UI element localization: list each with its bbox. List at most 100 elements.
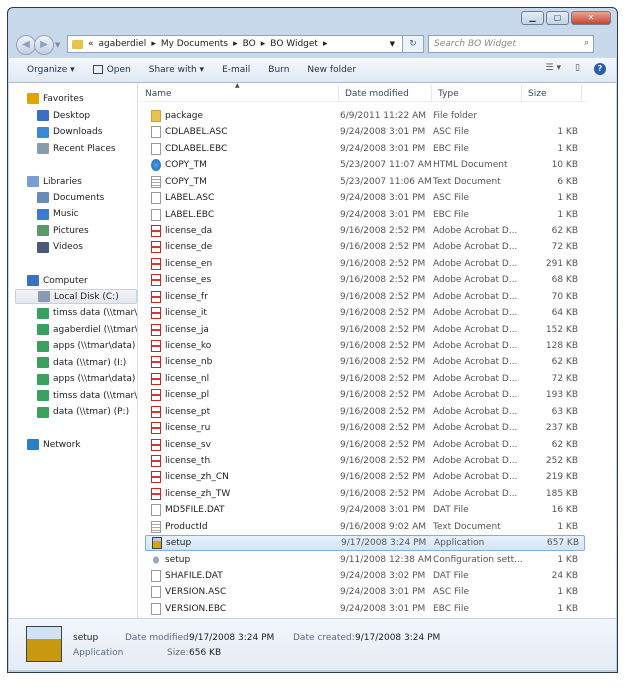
breadcrumb-my-documents[interactable]: My Documents xyxy=(161,39,228,49)
sidebar-item[interactable]: Pictures xyxy=(37,223,89,238)
open-button[interactable]: Open xyxy=(92,65,131,75)
sidebar-item-local-disk[interactable]: Local Disk (C:) xyxy=(15,289,137,304)
maximize-button[interactable]: ▢ xyxy=(546,11,569,25)
search-icon[interactable]: ⌕ xyxy=(584,38,589,48)
close-button[interactable]: ✕ xyxy=(571,11,611,25)
file-row[interactable]: license_zh_TW 9/16/2008 2:52 PM Adobe Acro… xyxy=(145,486,585,502)
preview-pane-icon[interactable]: ▯ xyxy=(575,63,580,75)
sidebar-item[interactable]: Recent Places xyxy=(37,141,116,156)
forward-button[interactable]: ▶ xyxy=(34,35,54,55)
file-row[interactable]: license_ko 9/16/2008 2:52 PM Adobe Acrobat… xyxy=(145,338,585,354)
search-input[interactable]: Search BO Widget ⌕ xyxy=(428,35,594,53)
sidebar-item[interactable]: Videos xyxy=(37,240,83,255)
breadcrumb-bo-widget[interactable]: BO Widget xyxy=(270,39,318,49)
file-row[interactable]: MD5FILE.DAT 9/24/2008 3:01 PM DAT File 16 K… xyxy=(145,502,585,518)
file-row[interactable]: LABEL.EBC 9/24/2008 3:01 PM EBC File 1 KB xyxy=(145,207,585,223)
file-row[interactable]: license_es 9/16/2008 2:52 PM Adobe Acrobat… xyxy=(145,272,585,288)
sidebar-item-network-drive[interactable]: apps (\\tmar\data) ( xyxy=(37,372,137,387)
sidebar-computer[interactable]: Computer xyxy=(27,273,88,288)
network-icon xyxy=(27,439,39,450)
library-item-icon xyxy=(37,225,49,236)
file-row[interactable]: ProductId 9/16/2008 9:02 AM Text Document 1… xyxy=(145,519,585,535)
column-header-size[interactable]: Size xyxy=(522,85,582,101)
file-row[interactable]: license_nl 9/16/2008 2:52 PM Adobe Acrobat… xyxy=(145,371,585,387)
sidebar-item[interactable]: Desktop xyxy=(37,108,90,123)
sidebar-item[interactable]: Downloads xyxy=(37,125,102,140)
file-row[interactable]: license_en 9/16/2008 2:52 PM Adobe Acrobat… xyxy=(145,256,585,272)
file-row[interactable]: license_zh_CN 9/16/2008 2:52 PM Adobe Acro… xyxy=(145,469,585,485)
file-row[interactable]: CDLABEL.ASC 9/24/2008 3:01 PM ASC File 1 KB xyxy=(145,124,585,140)
library-item-icon xyxy=(37,241,49,253)
sidebar-item-network-drive[interactable]: timss data (\\tmar\c xyxy=(37,388,137,403)
address-bar[interactable]: « agaberdiel ▸ My Documents ▸ BO ▸ BO Widge… xyxy=(67,35,424,53)
column-header-date-modified[interactable]: Date modified xyxy=(339,85,432,101)
sidebar-item-network-drive[interactable]: timss data (\\tmar\c xyxy=(37,306,137,321)
file-row[interactable]: license_ja 9/16/2008 2:52 PM Adobe Acrobat… xyxy=(145,322,585,338)
file-row[interactable]: COPY_TM 5/23/2007 11:07 AM HTML Document 10… xyxy=(145,157,585,173)
file-row[interactable]: license_it 9/16/2008 2:52 PM Adobe Acrobat… xyxy=(145,305,585,321)
view-options-icon[interactable]: ☰ ▾ xyxy=(545,63,561,75)
sidebar-item-network-drive[interactable]: data (\\tmar) (P:) xyxy=(37,405,129,420)
file-row[interactable]: LABEL.ASC 9/24/2008 3:01 PM ASC File 1 KB xyxy=(145,190,585,206)
file-row[interactable]: CDLABEL.EBC 9/24/2008 3:01 PM EBC File 1 KB xyxy=(145,141,585,157)
sidebar-item[interactable]: Music xyxy=(37,207,79,222)
file-row[interactable]: license_fr 9/16/2008 2:52 PM Adobe Acrobat… xyxy=(145,289,585,305)
sidebar-item[interactable]: Documents xyxy=(37,190,104,205)
file-row[interactable]: license_pt 9/16/2008 2:52 PM Adobe Acrobat… xyxy=(145,404,585,420)
sidebar-item-network-drive[interactable]: apps (\\tmar\data) ( xyxy=(37,339,137,354)
file-row[interactable]: setup 9/11/2008 12:38 AM Configuration set… xyxy=(145,552,585,568)
file-name-cell: license_es xyxy=(145,274,340,287)
file-row[interactable]: license_th 9/16/2008 2:52 PM Adobe Acrobat… xyxy=(145,453,585,469)
file-row[interactable]: setup 9/17/2008 3:24 PM Application 657 KB xyxy=(145,535,585,552)
column-headers: Name ▲ Date modified Type Size xyxy=(139,82,587,102)
file-size: 62 KB xyxy=(551,439,578,450)
chevron-right-icon[interactable]: ▸ xyxy=(323,39,328,49)
file-name-cell: CDLABEL.EBC xyxy=(145,142,340,155)
file-row[interactable]: license_de 9/16/2008 2:52 PM Adobe Acrobat… xyxy=(145,239,585,255)
organize-button[interactable]: Organize ▾ xyxy=(27,65,75,75)
file-name: license_sv xyxy=(165,439,211,450)
file-row[interactable]: VERSION.ASC 9/24/2008 3:01 PM ASC File 1 KB xyxy=(145,584,585,600)
file-row[interactable]: license_nb 9/16/2008 2:52 PM Adobe Acrobat… xyxy=(145,354,585,370)
sidebar-network[interactable]: Network xyxy=(27,437,81,452)
breadcrumb-overflow[interactable]: « xyxy=(88,39,94,49)
recent-pages-dropdown[interactable]: ▼ xyxy=(55,41,60,49)
sidebar-item-network-drive[interactable]: agaberdiel (\\tmar\u xyxy=(37,322,138,337)
sidebar-item-network-drive-label: agaberdiel (\\tmar\u xyxy=(53,324,138,335)
file-type: EBC File xyxy=(433,143,469,154)
sidebar-libraries[interactable]: Libraries xyxy=(27,174,82,189)
file-size: 237 KB xyxy=(545,423,578,434)
help-icon[interactable]: ? xyxy=(594,63,606,75)
file-row[interactable]: license_pl 9/16/2008 2:52 PM Adobe Acrobat… xyxy=(145,387,585,403)
file-row[interactable]: license_da 9/16/2008 2:52 PM Adobe Acrobat… xyxy=(145,223,585,239)
email-button[interactable]: E-mail xyxy=(222,65,250,75)
back-button[interactable]: ◀ xyxy=(16,35,36,55)
refresh-button[interactable]: ↻ xyxy=(402,35,424,53)
file-row[interactable]: VERSION.EBC 9/24/2008 3:01 PM EBC File 1 KB xyxy=(145,601,585,617)
file-row[interactable]: package 6/9/2011 11:22 AM File folder xyxy=(145,108,585,124)
sidebar-item-network-drive[interactable]: data (\\tmar) (I:) xyxy=(37,355,126,370)
file-name: setup xyxy=(165,554,191,565)
sidebar-favorites[interactable]: Favorites xyxy=(27,91,84,106)
network-drive-icon xyxy=(37,406,49,418)
column-header-name[interactable]: Name ▲ xyxy=(139,82,339,101)
minimize-button[interactable]: ▁ xyxy=(521,11,544,25)
breadcrumb-bo[interactable]: BO xyxy=(243,39,256,49)
file-row[interactable]: license_ru 9/16/2008 2:52 PM Adobe Acrobat… xyxy=(145,420,585,436)
breadcrumb-agaberdiel[interactable]: agaberdiel xyxy=(99,39,147,49)
new-folder-button[interactable]: New folder xyxy=(307,65,356,75)
file-name-cell: license_zh_CN xyxy=(145,471,340,484)
file-row[interactable]: COPY_TM 5/23/2007 11:06 AM Text Document 6 … xyxy=(145,174,585,190)
address-dropdown[interactable]: ▼ xyxy=(390,40,395,48)
chevron-right-icon[interactable]: ▸ xyxy=(151,39,156,49)
file-row[interactable]: license_sv 9/16/2008 2:52 PM Adobe Acrobat… xyxy=(145,437,585,453)
burn-button[interactable]: Burn xyxy=(268,65,289,75)
chevron-right-icon[interactable]: ▸ xyxy=(233,39,238,49)
pdf-file-icon xyxy=(151,340,161,353)
share-with-button[interactable]: Share with ▾ xyxy=(149,65,204,75)
file-name: COPY_TM xyxy=(165,176,207,187)
column-header-type[interactable]: Type xyxy=(432,85,522,101)
file-row[interactable]: SHAFILE.DAT 9/24/2008 3:02 PM DAT File 24 K… xyxy=(145,568,585,584)
chevron-right-icon[interactable]: ▸ xyxy=(261,39,266,49)
blank-file-icon xyxy=(151,126,161,139)
